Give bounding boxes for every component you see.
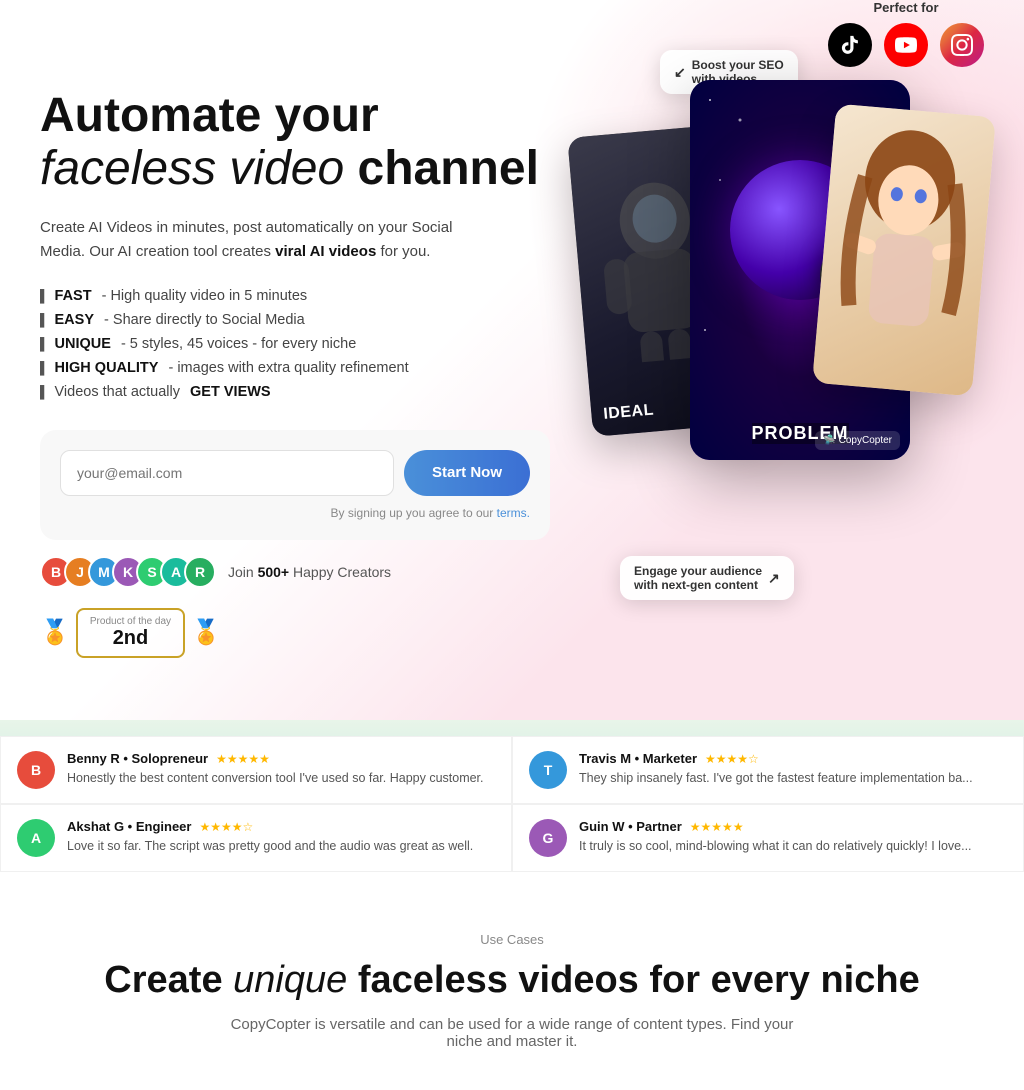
review-content-2: Travis M • Marketer ★★★★☆ They ship insa… xyxy=(579,751,973,789)
start-now-button[interactable]: Start Now xyxy=(404,450,530,496)
use-cases-section: Use Cases Create unique faceless videos … xyxy=(0,872,1024,1090)
review-header-1: Benny R • Solopreneur ★★★★★ xyxy=(67,751,484,766)
features-list: FAST - High quality video in 5 minutes E… xyxy=(40,288,560,400)
review-card-1: B Benny R • Solopreneur ★★★★★ Honestly t… xyxy=(0,736,512,804)
review-text-3: Love it so far. The script was pretty go… xyxy=(67,838,473,856)
review-stars-3: ★★★★☆ xyxy=(199,820,253,834)
social-proof-text: Join 500+ Happy Creators xyxy=(228,564,391,580)
use-cases-desc: CopyCopter is versatile and can be used … xyxy=(212,1016,812,1050)
review-stars-1: ★★★★★ xyxy=(216,752,270,766)
review-avatar-4: G xyxy=(529,819,567,857)
reviews-grid: B Benny R • Solopreneur ★★★★★ Honestly t… xyxy=(0,736,1024,872)
badge-inner: Product of the day 2nd xyxy=(76,608,185,658)
review-name-2: Travis M • Marketer xyxy=(579,751,697,766)
terms-text: By signing up you agree to our terms. xyxy=(60,506,530,520)
feature-fast: FAST - High quality video in 5 minutes xyxy=(40,288,560,304)
review-content-4: Guin W • Partner ★★★★★ It truly is so co… xyxy=(579,819,972,857)
avatar-group: B J M K S A R xyxy=(40,556,216,588)
review-text-2: They ship insanely fast. I've got the fa… xyxy=(579,770,973,788)
headline-bold: channel xyxy=(358,142,539,195)
hero-description: Create AI Videos in minutes, post automa… xyxy=(40,216,480,264)
review-header-2: Travis M • Marketer ★★★★☆ xyxy=(579,751,973,766)
hero-section: Perfect for Automate your faceless xyxy=(0,0,1024,720)
headline-line1: Automate your xyxy=(40,89,379,142)
review-content-3: Akshat G • Engineer ★★★★☆ Love it so far… xyxy=(67,819,473,857)
product-badge: 🏅 Product of the day 2nd 🏅 xyxy=(40,608,560,658)
email-input[interactable] xyxy=(60,450,394,496)
feature-easy: EASY - Share directly to Social Media xyxy=(40,312,560,328)
hero-headline: Automate your faceless video channel xyxy=(40,90,560,196)
feature-quality: HIGH QUALITY - images with extra quality… xyxy=(40,360,560,376)
email-form: Start Now xyxy=(60,450,530,496)
review-stars-2: ★★★★☆ xyxy=(705,752,759,766)
terms-link[interactable]: terms. xyxy=(497,506,530,520)
headline-italic: faceless video xyxy=(40,142,344,195)
perfect-for-label: Perfect for xyxy=(828,0,984,15)
email-form-container: Start Now By signing up you agree to our… xyxy=(40,430,550,540)
review-avatar-3: A xyxy=(17,819,55,857)
review-header-3: Akshat G • Engineer ★★★★☆ xyxy=(67,819,473,834)
avatar-7: R xyxy=(184,556,216,588)
feature-views: Videos that actually GET VIEWS xyxy=(40,384,560,400)
review-header-4: Guin W • Partner ★★★★★ xyxy=(579,819,972,834)
badge-num: 2nd xyxy=(90,627,171,650)
review-stars-4: ★★★★★ xyxy=(690,820,744,834)
review-name-1: Benny R • Solopreneur xyxy=(67,751,208,766)
review-card-2: T Travis M • Marketer ★★★★☆ They ship in… xyxy=(512,736,1024,804)
card-logo: 🛸 CopyCopter xyxy=(815,431,900,450)
review-name-4: Guin W • Partner xyxy=(579,819,682,834)
social-proof: B J M K S A R Join 500+ Happy Creators xyxy=(40,556,560,588)
laurel-left: 🏅 xyxy=(40,618,70,647)
card-right xyxy=(812,104,996,397)
review-card-4: G Guin W • Partner ★★★★★ It truly is so … xyxy=(512,804,1024,872)
review-card-3: A Akshat G • Engineer ★★★★☆ Love it so f… xyxy=(0,804,512,872)
badge-top-text: Product of the day xyxy=(90,616,171,627)
review-text-4: It truly is so cool, mind-blowing what i… xyxy=(579,838,972,856)
review-content-1: Benny R • Solopreneur ★★★★★ Honestly the… xyxy=(67,751,484,789)
float-label-engage: Engage your audiencewith next-gen conten… xyxy=(620,556,794,600)
review-name-3: Akshat G • Engineer xyxy=(67,819,191,834)
feature-unique: UNIQUE - 5 styles, 45 voices - for every… xyxy=(40,336,560,352)
review-text-1: Honestly the best content conversion too… xyxy=(67,770,484,788)
reviews-section: B Benny R • Solopreneur ★★★★★ Honestly t… xyxy=(0,720,1024,872)
use-cases-headline: Create unique faceless videos for every … xyxy=(40,959,984,1002)
use-cases-label: Use Cases xyxy=(40,932,984,947)
review-avatar-1: B xyxy=(17,751,55,789)
laurel-right: 🏅 xyxy=(191,618,221,647)
hero-left: Automate your faceless video channel Cre… xyxy=(40,30,560,658)
hero-right: Boost your SEOwith videos IDEAL xyxy=(560,30,984,630)
review-avatar-2: T xyxy=(529,751,567,789)
